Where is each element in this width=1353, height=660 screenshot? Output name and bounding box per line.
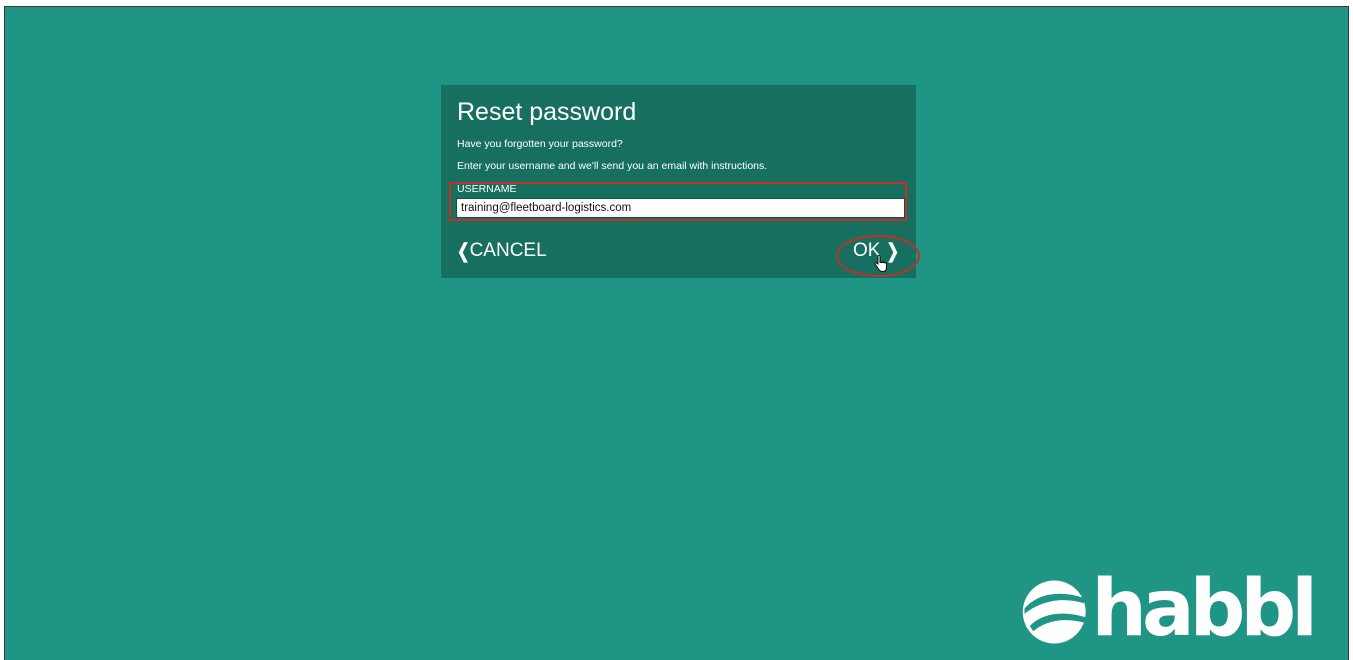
hand-cursor-icon <box>874 255 887 272</box>
habbl-logo: habbl <box>1021 564 1318 654</box>
dialog-instructions: Enter your username and we'll send you a… <box>457 160 768 172</box>
dialog-question: Have you forgotten your password? <box>457 138 623 150</box>
username-input[interactable] <box>456 198 905 218</box>
chevron-left-icon: ❮ <box>457 240 470 263</box>
reset-password-dialog: Reset password Have you forgotten your p… <box>441 85 920 278</box>
dialog-title: Reset password <box>457 98 637 126</box>
chevron-right-icon: ❯ <box>886 240 900 263</box>
habbl-leaf-icon <box>1022 580 1086 644</box>
brand-name: habbl <box>1091 564 1318 654</box>
username-label: USERNAME <box>457 183 517 195</box>
cancel-button[interactable]: ❮ CANCEL <box>457 237 547 265</box>
cancel-label: CANCEL <box>469 240 547 261</box>
app-background: Reset password Have you forgotten your p… <box>4 6 1349 660</box>
